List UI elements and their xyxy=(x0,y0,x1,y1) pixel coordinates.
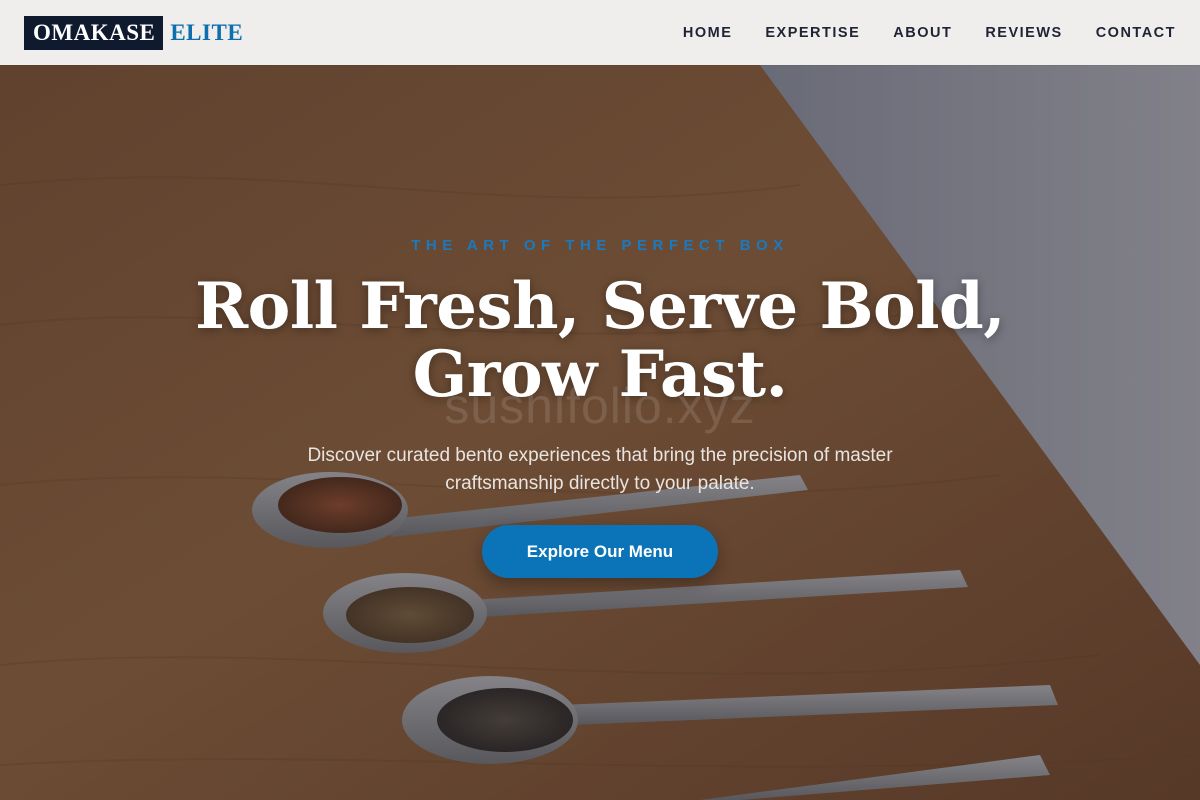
brand-logo[interactable]: OMAKASE ELITE xyxy=(24,15,244,50)
headline-line-1: Roll Fresh, Serve Bold, xyxy=(194,269,1006,344)
hero-kicker: THE ART OF THE PERFECT BOX xyxy=(411,237,789,254)
nav-link-home[interactable]: HOME xyxy=(683,25,733,41)
explore-menu-button[interactable]: Explore Our Menu xyxy=(482,525,718,578)
watermark-text: sushifolio.xyz xyxy=(444,378,756,434)
logo-accent-text: ELITE xyxy=(170,19,244,45)
nav-link-contact[interactable]: CONTACT xyxy=(1096,25,1176,41)
hero-section: THE ART OF THE PERFECT BOX Roll Fresh, S… xyxy=(0,65,1200,800)
top-navigation: OMAKASE ELITE HOME EXPERTISE ABOUT REVIE… xyxy=(0,0,1200,65)
nav-link-about[interactable]: ABOUT xyxy=(893,25,952,41)
nav-link-expertise[interactable]: EXPERTISE xyxy=(765,25,860,41)
main-menu: HOME EXPERTISE ABOUT REVIEWS CONTACT xyxy=(683,25,1176,41)
hero-subtext: Discover curated bento experiences that … xyxy=(307,445,893,494)
logo-primary-text: OMAKASE xyxy=(24,15,164,50)
nav-link-reviews[interactable]: REVIEWS xyxy=(985,25,1062,41)
